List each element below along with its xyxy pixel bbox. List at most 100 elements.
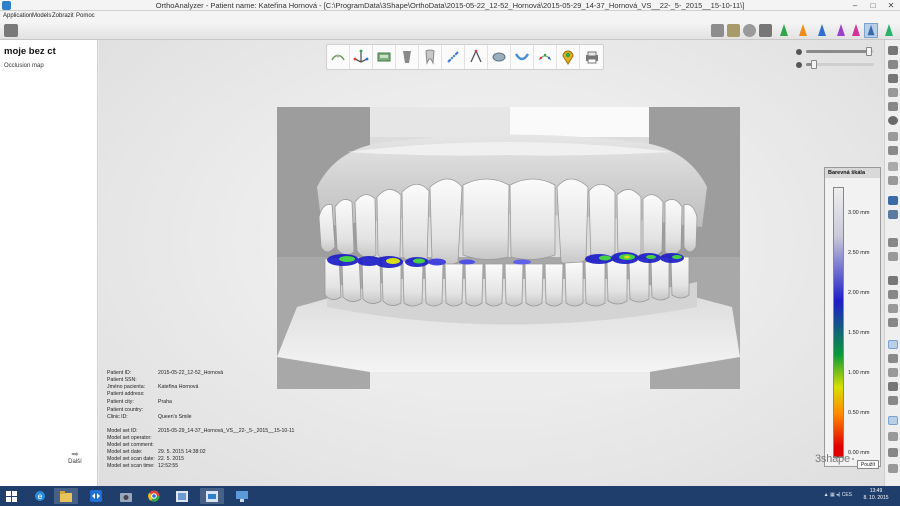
clock-date: 8. 10. 2015 [863, 495, 889, 501]
menu-help[interactable]: Pomoc [76, 11, 95, 21]
tooth-green-icon[interactable] [777, 23, 791, 38]
taskbar: e ▲ ▦ ◂) CES 13:49 8. 10. 2015 [0, 486, 900, 506]
ruler-tool-icon[interactable] [442, 45, 465, 69]
tooth-crown-icon[interactable] [888, 290, 898, 299]
tooth-purple-icon[interactable] [834, 23, 848, 38]
tooth-teal-icon[interactable] [882, 23, 896, 38]
layers-icon[interactable] [888, 382, 898, 391]
minimize-button[interactable]: – [846, 0, 864, 11]
shield-icon[interactable] [888, 396, 898, 405]
tooth-orange-icon[interactable] [796, 23, 810, 38]
close-button[interactable]: ✕ [882, 0, 900, 11]
tray-lang: CES [841, 492, 852, 498]
copy-icon[interactable] [888, 368, 898, 377]
teamviewer-icon[interactable] [84, 488, 108, 504]
tooth-root-icon[interactable] [888, 304, 898, 313]
transparency-sliders [796, 47, 884, 71]
curve-tool-icon[interactable] [511, 45, 534, 69]
chrome-icon[interactable] [142, 488, 166, 504]
arrow-up-icon: ▲ [823, 492, 829, 498]
zoom-icon[interactable] [888, 162, 898, 171]
main-toolbar [0, 21, 900, 40]
color-scale-title: Barevná škála [825, 168, 880, 178]
maximize-button[interactable]: □ [864, 0, 882, 11]
move-icon[interactable] [888, 432, 898, 441]
camera-icon[interactable] [114, 488, 138, 504]
svg-text:e: e [38, 492, 43, 501]
measure-tool-icon[interactable] [327, 45, 350, 69]
dental-model-3d[interactable] [277, 107, 740, 389]
scale-label: 1.50 mm [848, 330, 870, 336]
lower-jaw-icon[interactable] [888, 146, 898, 155]
tray-icons[interactable]: ▲ ▦ ◂) CES [824, 492, 852, 498]
occlusion-pin-icon[interactable] [557, 45, 580, 69]
next-label: Další [68, 459, 82, 465]
view-front-icon[interactable] [888, 60, 898, 69]
tooth-pair-icon[interactable] [888, 354, 898, 363]
tooth-cut-icon[interactable] [888, 318, 898, 327]
rotate-icon[interactable] [888, 176, 898, 185]
paint-icon[interactable] [170, 488, 194, 504]
network-icon: ▦ [830, 492, 835, 498]
volume-icon: ◂) [836, 492, 841, 498]
clock[interactable]: 13:49 8. 10. 2015 [856, 488, 896, 502]
lower-transparency-slider[interactable] [806, 60, 874, 69]
print-report-icon[interactable] [580, 45, 603, 69]
face-icon[interactable] [888, 210, 898, 219]
upper-transparency-slider[interactable] [806, 47, 874, 56]
view-top-icon[interactable] [888, 46, 898, 55]
title-bar: OrthoAnalyzer - Patient name: Kateřina H… [0, 0, 900, 11]
axis-tool-icon[interactable] [350, 45, 373, 69]
tooth-selected-icon[interactable] [864, 23, 878, 38]
window-title: OrthoAnalyzer - Patient name: Kateřina H… [155, 1, 745, 10]
orthoanalyzer-icon[interactable] [200, 488, 224, 504]
color-scale-bar[interactable] [833, 187, 844, 458]
plane-tool-icon[interactable] [373, 45, 396, 69]
lower-jaw-icon [796, 62, 802, 68]
scale-label: 2.50 mm [848, 250, 870, 256]
scale-label: 3.00 mm [848, 210, 870, 216]
view-back-icon[interactable] [888, 74, 898, 83]
menu-view[interactable]: Zobrazit [52, 11, 74, 21]
menu-bar: Application Models Zobrazit Pomoc [0, 11, 900, 21]
windows-start-icon[interactable] [6, 491, 17, 502]
jaw-front-icon[interactable] [888, 238, 898, 247]
ie-icon[interactable]: e [28, 488, 52, 504]
view-bottom-icon[interactable] [888, 116, 898, 125]
view-left-icon[interactable] [888, 88, 898, 97]
remote-desktop-icon[interactable] [230, 488, 254, 504]
view-box-icon[interactable] [711, 24, 724, 37]
pointer-icon[interactable] [888, 416, 898, 425]
angle-tool-icon[interactable] [465, 45, 488, 69]
points-tool-icon[interactable] [534, 45, 557, 69]
menu-application[interactable]: Application [3, 11, 32, 21]
upper-jaw-icon [796, 49, 802, 55]
scale-label: 1.00 mm [848, 370, 870, 376]
tooth-section-icon[interactable] [396, 45, 419, 69]
color-scale-panel: Barevná škála 3.00 mm 2.50 mm 2.00 mm 1.… [824, 167, 881, 467]
next-button[interactable]: ➡ Další [64, 449, 86, 465]
menu-models[interactable]: Models [32, 11, 51, 21]
left-panel: moje bez ct Occlusion map ➡ Další [0, 40, 98, 486]
view-texture-icon[interactable] [727, 24, 740, 37]
tooth-occlusion-icon[interactable] [888, 276, 898, 285]
tooth-model-icon[interactable] [419, 45, 442, 69]
right-tool-column [884, 40, 900, 486]
tooth-selected-icon[interactable] [888, 340, 898, 349]
tooth-blue-icon[interactable] [815, 23, 829, 38]
pan-icon[interactable] [888, 448, 898, 457]
upper-jaw-icon[interactable] [888, 132, 898, 141]
view-right-icon[interactable] [888, 102, 898, 111]
view-sphere-icon[interactable] [743, 24, 756, 37]
save-icon[interactable] [4, 24, 18, 37]
tooth-pink-icon[interactable] [849, 23, 863, 38]
brand-logo: 3shape◔ [815, 453, 855, 465]
arch-tool-icon[interactable] [488, 45, 511, 69]
scale-label: 2.00 mm [848, 290, 870, 296]
person-icon[interactable] [888, 196, 898, 205]
view-gear-icon[interactable] [759, 24, 772, 37]
explorer-icon[interactable] [54, 488, 78, 504]
apply-button[interactable]: Použít [857, 460, 879, 469]
pen-icon[interactable] [888, 464, 898, 473]
jaw-open-icon[interactable] [888, 252, 898, 261]
